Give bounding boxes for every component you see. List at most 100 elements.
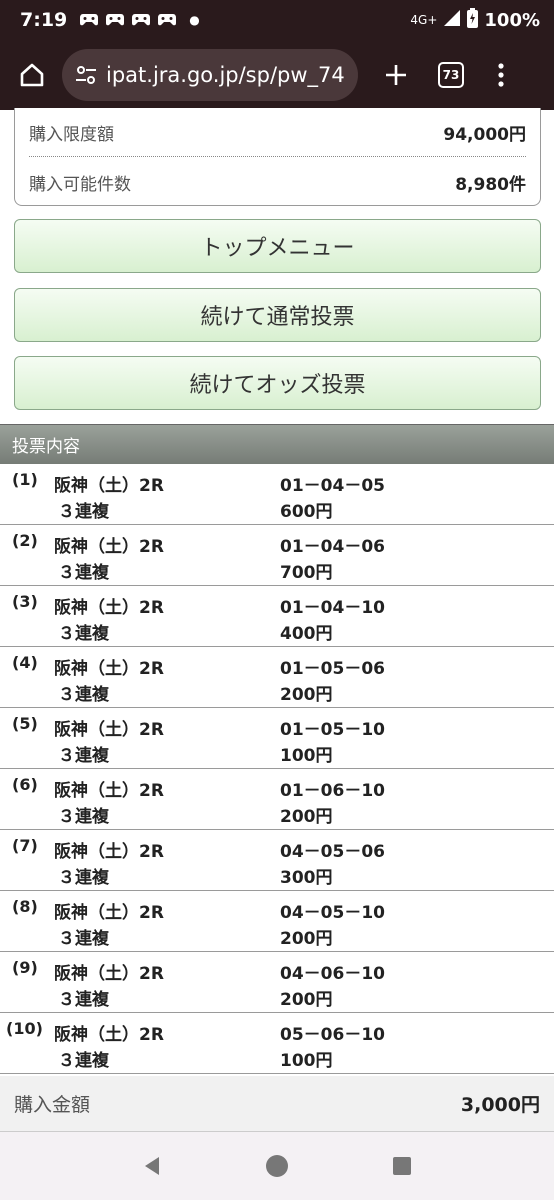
bet-type: ３連複 [58,502,109,522]
bet-race: 阪神（土）2R [54,598,164,618]
tab-switcher-button[interactable]: 73 [438,62,464,88]
battery-percent: 100% [484,9,540,31]
home-button[interactable] [12,55,52,95]
bet-race: 阪神（土）2R [54,842,164,862]
bet-row: (5) 阪神（土）2R ３連複 01－05－10 100円 [0,708,554,769]
bet-race: 阪神（土）2R [54,659,164,679]
purchase-total: 購入金額 3,000円 [0,1076,554,1132]
bet-type: ３連複 [58,624,109,644]
bet-type: ３連複 [58,807,109,827]
bet-type: ３連複 [58,746,109,766]
bet-amount: 200円 [280,685,333,705]
bet-amount: 400円 [280,624,333,644]
bet-combination: 04－05－06 [280,842,385,862]
game-controller-icon [131,13,151,27]
bet-row: (6) 阪神（土）2R ３連複 01－06－10 200円 [0,769,554,830]
bet-number: (7) [12,836,38,855]
bet-row: (10) 阪神（土）2R ３連複 05－06－10 100円 [0,1013,554,1074]
game-controller-icon [105,13,125,27]
bet-type: ３連複 [58,685,109,705]
bet-combination: 04－06－10 [280,964,385,984]
bet-amount: 200円 [280,929,333,949]
bet-row: (8) 阪神（土）2R ３連複 04－05－10 200円 [0,891,554,952]
bet-number: (9) [12,958,38,977]
bet-type: ３連複 [58,1051,109,1071]
home-nav-button[interactable] [262,1151,292,1181]
bet-combination: 01－05－06 [280,659,385,679]
bet-race: 阪神（土）2R [54,964,164,984]
address-bar[interactable]: ipat.jra.go.jp/sp/pw_742_ [62,49,358,101]
status-time: 7:19 [20,9,68,31]
bet-number: (3) [12,592,38,611]
section-header: 投票内容 [0,424,554,464]
bet-number: (5) [12,714,38,733]
bet-combination: 04－05－10 [280,903,385,923]
bet-race: 阪神（土）2R [54,903,164,923]
bet-number: (6) [12,775,38,794]
network-label: 4G+ [410,13,438,27]
bet-amount: 200円 [280,990,333,1010]
bet-amount: 200円 [280,807,333,827]
purchasable-count-value: 8,980件 [455,174,526,195]
top-menu-button[interactable]: トップメニュー [14,219,541,273]
home-icon [20,63,44,87]
recents-square-icon [392,1157,411,1175]
bet-amount: 100円 [280,1051,333,1071]
continue-odds-bet-button[interactable]: 続けてオッズ投票 [14,356,541,410]
more-vert-icon [498,63,504,87]
new-tab-button[interactable] [376,55,416,95]
browser-toolbar: ipat.jra.go.jp/sp/pw_742_ 73 [0,40,554,110]
purchase-limit-row: 購入限度額 94,000円 [29,108,526,156]
bet-race: 阪神（土）2R [54,720,164,740]
bet-list: (1) 阪神（土）2R ３連複 01－04－05 600円 (2) 阪神（土）2… [0,464,554,1074]
signal-icon [443,9,461,32]
purchasable-count-label: 購入可能件数 [29,174,131,195]
notification-icons: ● [79,13,200,27]
bet-row: (3) 阪神（土）2R ３連複 01－04－10 400円 [0,586,554,647]
purchase-total-value: 3,000円 [460,1094,540,1116]
more-notifications-dot: ● [189,13,200,27]
bet-type: ３連複 [58,990,109,1010]
bet-type: ３連複 [58,868,109,888]
bet-type: ３連複 [58,563,109,583]
purchase-limit-label: 購入限度額 [29,124,114,145]
bet-type: ３連複 [58,929,109,949]
plus-icon [386,65,406,85]
system-nav-bar [0,1132,554,1200]
purchase-summary: 購入限度額 94,000円 購入可能件数 8,980件 [14,108,541,206]
bet-combination: 01－06－10 [280,781,385,801]
bet-race: 阪神（土）2R [54,476,164,496]
bet-amount: 600円 [280,502,333,522]
bet-combination: 01－04－06 [280,537,385,557]
recents-button[interactable] [387,1151,417,1181]
bet-combination: 05－06－10 [280,1025,385,1045]
browser-menu-button[interactable] [486,55,516,95]
bet-race: 阪神（土）2R [54,1025,164,1045]
bet-amount: 700円 [280,563,333,583]
battery-icon [467,7,479,33]
bet-number: (1) [12,470,38,489]
bet-amount: 300円 [280,868,333,888]
bet-combination: 01－04－05 [280,476,385,496]
bet-combination: 01－04－10 [280,598,385,618]
purchasable-count-row: 購入可能件数 8,980件 [29,158,526,206]
url-text[interactable]: ipat.jra.go.jp/sp/pw_742_ [106,63,346,87]
bet-number: (2) [12,531,38,550]
game-controller-icon [157,13,177,27]
bet-row: (7) 阪神（土）2R ３連複 04－05－06 300円 [0,830,554,891]
status-right: 4G+ 100% [410,7,540,33]
bet-row: (9) 阪神（土）2R ３連複 04－06－10 200円 [0,952,554,1013]
bet-race: 阪神（土）2R [54,781,164,801]
continue-normal-bet-button[interactable]: 続けて通常投票 [14,288,541,342]
back-triangle-icon [145,1157,160,1175]
bet-row: (1) 阪神（土）2R ３連複 01－04－05 600円 [0,464,554,525]
site-settings-icon[interactable] [74,63,98,87]
purchase-limit-value: 94,000円 [443,124,526,145]
back-button[interactable] [137,1151,167,1181]
bet-amount: 100円 [280,746,333,766]
bet-number: (4) [12,653,38,672]
home-circle-icon [265,1155,288,1177]
bet-row: (2) 阪神（土）2R ３連複 01－04－06 700円 [0,525,554,586]
summary-divider [29,156,526,157]
game-controller-icon [79,13,99,27]
